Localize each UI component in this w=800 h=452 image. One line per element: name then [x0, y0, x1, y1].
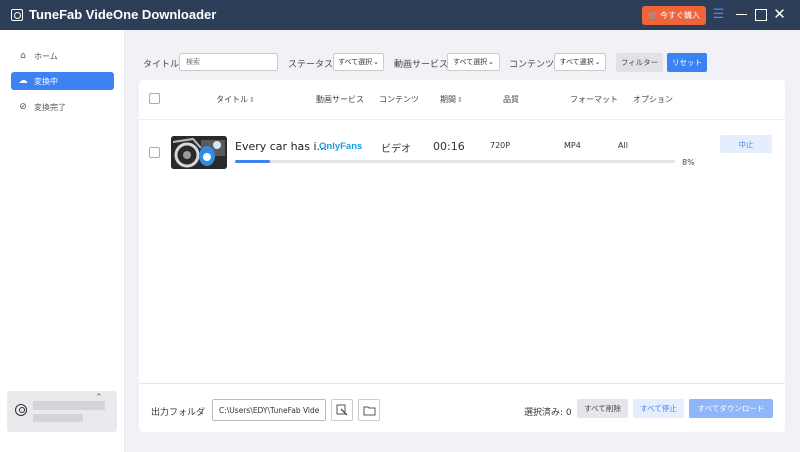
table-row: Every car has i... OnlyFans ビデオ 00:16 72… — [139, 126, 785, 178]
title-filter-label: タイトル — [143, 60, 180, 70]
header-title-label: タイトル — [216, 95, 248, 104]
video-thumbnail — [171, 136, 227, 169]
app-logo-icon — [11, 9, 23, 21]
service-filter-label: 動画サービス — [394, 60, 449, 70]
reset-button[interactable]: リセット — [667, 53, 707, 72]
sidebar-item-home[interactable]: ⌂ ホーム — [11, 47, 114, 65]
title-bar: TuneFab VideOne Downloader 🛒 今すぐ購入 ☰ ✕ — [0, 0, 800, 30]
cloud-download-icon: ☁ — [18, 76, 28, 86]
delete-all-button[interactable]: すべて削除 — [577, 399, 628, 418]
header-duration[interactable]: 期間⇕ — [440, 94, 463, 105]
select-all-checkbox[interactable] — [149, 93, 160, 104]
open-folder-button[interactable] — [358, 399, 380, 421]
content-select-value: すべて選択 — [559, 58, 594, 66]
option-value: All — [618, 141, 628, 150]
status-select-value: すべて選択 — [337, 58, 373, 66]
output-path-field[interactable] — [212, 399, 326, 421]
service-logo: OnlyFans — [319, 141, 363, 152]
filter-bar: タイトル ステータス すべて選択 ⌄ 動画サービス すべて選択 ⌄ コンテンツ … — [139, 52, 790, 74]
content-type: ビデオ — [381, 144, 411, 155]
search-input[interactable] — [179, 53, 278, 71]
menu-icon[interactable]: ☰ — [711, 7, 726, 22]
content-select[interactable]: すべて選択 ⌄ — [554, 53, 606, 71]
sidebar-item-label: 変換中 — [34, 76, 58, 86]
stop-all-button[interactable]: すべて停止 — [633, 399, 684, 418]
row-checkbox[interactable] — [149, 147, 160, 158]
service-select[interactable]: すべて選択 ⌄ — [447, 53, 500, 71]
buy-now-label: 今すぐ購入 — [659, 11, 700, 20]
sidebar: ⌂ ホーム ☁ 変換中 ⊘ 変換完了 ⌃ — [0, 30, 125, 452]
header-duration-label: 期間 — [440, 95, 456, 104]
sidebar-item-completed[interactable]: ⊘ 変換完了 — [11, 98, 114, 116]
table-header: タイトル⇕ 動画サービス コンテンツ 期間⇕ 品質 フォーマット オプション — [139, 80, 785, 120]
chevron-down-icon: ⌄ — [594, 58, 601, 66]
header-quality: 品質 — [503, 95, 519, 104]
video-title: Every car has i... — [235, 140, 328, 153]
minimize-icon[interactable] — [734, 7, 749, 22]
check-circle-icon: ⊘ — [19, 102, 27, 112]
stop-button[interactable]: 中止 — [720, 135, 772, 153]
chevron-down-icon: ⌄ — [373, 58, 380, 66]
home-icon: ⌂ — [20, 51, 26, 61]
header-option: オプション — [633, 95, 673, 104]
edit-folder-icon — [336, 404, 348, 416]
status-filter-label: ステータス — [288, 60, 334, 70]
duration-value: 00:16 — [433, 140, 465, 153]
change-folder-button[interactable] — [331, 399, 353, 421]
header-format: フォーマット — [570, 95, 618, 104]
sort-icon: ⇕ — [249, 96, 255, 104]
sidebar-item-converting[interactable]: ☁ 変換中 — [11, 72, 114, 90]
header-content: コンテンツ — [379, 95, 419, 104]
output-folder-label: 出力フォルダ — [151, 408, 206, 418]
progress-fill — [235, 160, 271, 163]
maximize-icon[interactable] — [753, 7, 768, 22]
header-title[interactable]: タイトル⇕ — [216, 94, 255, 105]
service-select-value: すべて選択 — [452, 58, 488, 66]
thumbnail-image — [171, 136, 227, 169]
header-service: 動画サービス — [316, 95, 364, 104]
sidebar-item-label: 変換完了 — [34, 102, 66, 112]
app-title: TuneFab VideOne Downloader — [29, 7, 217, 22]
user-icon — [15, 404, 27, 416]
content-filter-label: コンテンツ — [509, 60, 555, 70]
close-icon[interactable]: ✕ — [772, 7, 787, 22]
folder-icon — [363, 406, 375, 415]
progress-percent: 8% — [682, 158, 695, 167]
sidebar-item-label: ホーム — [34, 51, 58, 61]
footer-bar: 出力フォルダ 選択済み: 0 すべて削除 すべて停止 すべてダウンロード — [139, 383, 785, 432]
quality-value: 720P — [490, 141, 511, 150]
format-value: MP4 — [564, 141, 581, 150]
progress-bar — [235, 160, 675, 163]
filter-button[interactable]: フィルター — [616, 53, 663, 72]
chevron-down-icon: ⌄ — [488, 58, 495, 66]
cart-icon: 🛒 — [648, 11, 658, 20]
download-list-panel: タイトル⇕ 動画サービス コンテンツ 期間⇕ 品質 フォーマット オプション E… — [139, 80, 785, 432]
selected-count: 選択済み: 0 — [524, 408, 572, 418]
sort-icon: ⇕ — [457, 96, 463, 104]
status-select[interactable]: すべて選択 ⌄ — [333, 53, 384, 71]
download-all-button[interactable]: すべてダウンロード — [689, 399, 773, 418]
account-panel[interactable]: ⌃ — [7, 391, 117, 432]
blurred-account-email — [33, 414, 83, 422]
buy-now-button[interactable]: 🛒 今すぐ購入 — [642, 6, 706, 25]
blurred-account-name — [33, 401, 105, 410]
